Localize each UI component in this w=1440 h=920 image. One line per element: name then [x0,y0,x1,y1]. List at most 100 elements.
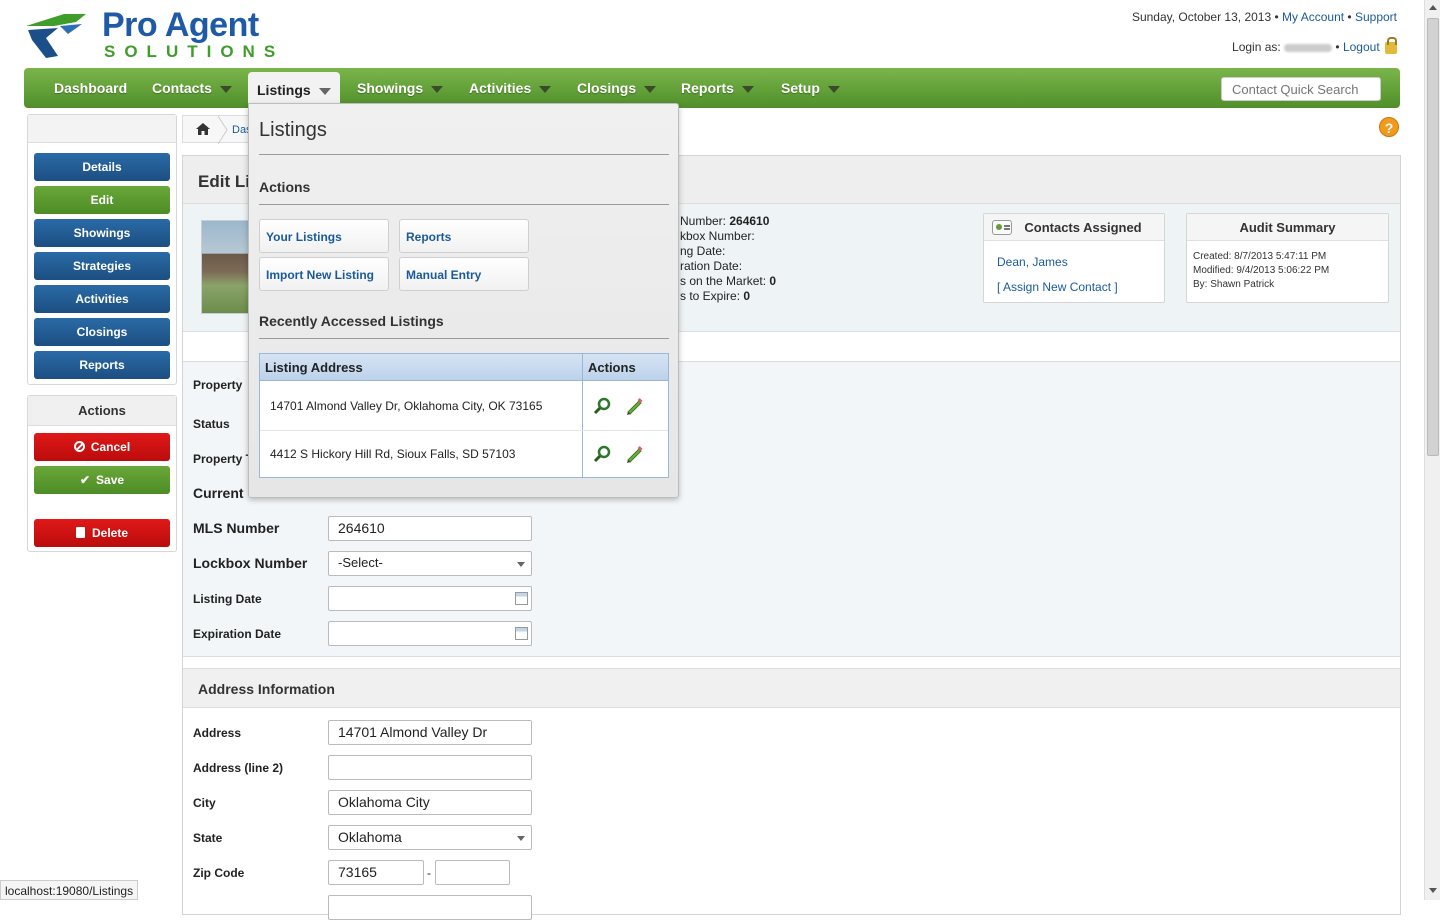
city-label: City [193,796,216,810]
listing-photo[interactable] [201,220,251,314]
delete-button[interactable]: Delete [34,519,170,547]
manual-entry-button[interactable]: Manual Entry [399,257,529,291]
status-label: Status [193,417,230,431]
brand-tagline: SOLUTIONS [104,42,285,61]
save-label: Save [96,473,125,487]
card-header: Contacts Assigned [984,214,1164,241]
trash-icon [75,527,85,538]
breadcrumb-divider-icon [218,116,228,144]
lock-icon [1385,36,1397,54]
nav-closings[interactable]: Closings [577,68,657,108]
edit-pencil-icon[interactable] [624,396,644,416]
showings-button[interactable]: Showings [34,219,170,247]
listing-address[interactable]: 4412 S Hickory Hill Rd, Sioux Falls, SD … [270,447,515,461]
contact-quick-search-input[interactable] [1221,77,1381,101]
scroll-up-icon[interactable] [1429,4,1437,12]
nav-dashboard[interactable]: Dashboard [54,68,127,108]
scrollbar-thumb[interactable] [1427,18,1439,456]
info-label: kbox Number: [680,229,755,243]
my-account-link[interactable]: My Account [1282,10,1344,24]
nav-activities[interactable]: Activities [469,68,552,108]
info-value: 264610 [729,214,770,228]
import-new-listing-button[interactable]: Import New Listing [259,257,389,291]
edit-button[interactable]: Edit [34,186,170,214]
listing-date-input[interactable] [328,586,532,611]
address-label: Address [193,726,242,740]
expiration-date-input[interactable] [328,621,532,646]
state-select[interactable]: Oklahoma [328,825,532,850]
info-value: 0 [769,274,777,288]
lockbox-number-select[interactable]: -Select- [328,551,532,576]
table-row[interactable]: 4412 S Hickory Hill Rd, Sioux Falls, SD … [260,431,668,479]
edit-pencil-icon[interactable] [624,444,644,464]
your-listings-button[interactable]: Your Listings [259,219,389,253]
nav-label: Reports [681,80,734,96]
current-date: Sunday, October 13, 2013 [1131,10,1272,24]
nav-reports[interactable]: Reports [681,68,754,108]
cancel-icon [73,441,85,452]
column-header-actions: Actions [583,354,668,381]
details-button[interactable]: Details [34,153,170,181]
city-input[interactable]: Oklahoma City [328,790,532,815]
nav-contacts[interactable]: Contacts [152,68,232,108]
actions-title: Actions [28,396,176,426]
zip-code-label: Zip Code [193,866,245,880]
table-row[interactable]: 14701 Almond Valley Dr, Oklahoma City, O… [260,382,668,430]
view-magnifier-icon[interactable] [593,396,613,416]
help-icon[interactable]: ? [1379,117,1399,137]
scroll-down-icon[interactable] [1429,886,1437,894]
zip-extension-input[interactable] [435,860,510,885]
info-label: s to Expire: [680,289,744,303]
dropdown-title: Listings [259,119,327,141]
address-line2-input[interactable] [328,755,532,780]
separator: • [1335,40,1340,54]
nav-label: Showings [357,80,424,96]
card-title: Audit Summary [1187,214,1388,241]
chevron-down-icon [318,87,331,95]
listing-nav-panel: Details Edit Showings Strategies Activit… [27,114,177,385]
username-redacted [1284,43,1333,52]
strategies-button[interactable]: Strategies [34,252,170,280]
zip-code-input[interactable]: 73165 [328,860,424,885]
calendar-icon[interactable] [515,627,528,640]
view-magnifier-icon[interactable] [593,444,613,464]
main-nav: Dashboard Contacts Listings Showings Act… [24,68,1400,108]
address-input[interactable]: 14701 Almond Valley Dr [328,720,532,745]
divider [259,338,669,339]
vertical-scrollbar[interactable] [1424,0,1440,900]
brand-logo[interactable]: Pro Agent SOLUTIONS [24,6,324,64]
support-link[interactable]: Support [1355,10,1397,24]
nav-label: Dashboard [54,80,128,96]
nav-label: Setup [781,80,820,96]
recent-listings-table: Listing Address Actions 14701 Almond Val… [259,353,669,478]
nav-setup[interactable]: Setup [781,68,840,108]
logout-link[interactable]: Logout [1343,40,1380,54]
assign-new-contact-link[interactable]: [ Assign New Contact ] [997,280,1118,294]
address-form: Address 14701 Almond Valley Dr Address (… [183,708,1400,920]
actions-panel: Actions Cancel ✔ Save Delete [27,395,177,552]
closings-button[interactable]: Closings [34,318,170,346]
mls-number-input[interactable]: 264610 [328,516,532,541]
listing-address[interactable]: 14701 Almond Valley Dr, Oklahoma City, O… [270,399,542,413]
property-label: Property [193,378,243,392]
reports-button[interactable]: Reports [34,351,170,379]
property-type-label: Property T [193,452,254,466]
info-label: ng Date: [680,244,726,258]
home-icon[interactable] [196,123,210,135]
column-header-address: Listing Address [260,354,582,381]
dropdown-actions-title: Actions [259,179,311,195]
chevron-down-icon [539,85,552,93]
contact-link[interactable]: Dean, James [997,255,1068,269]
save-button[interactable]: ✔ Save [34,466,170,494]
reports-button[interactable]: Reports [399,219,529,253]
activities-button[interactable]: Activities [34,285,170,313]
separator: • [1347,10,1352,24]
nav-showings[interactable]: Showings [357,68,444,108]
info-label: Number: [680,214,730,228]
next-field-input[interactable] [328,895,532,920]
chevron-down-icon [517,562,525,567]
logo-mark-icon [26,14,86,58]
contact-card-icon [992,220,1012,235]
calendar-icon[interactable] [515,592,528,605]
cancel-button[interactable]: Cancel [34,433,170,461]
